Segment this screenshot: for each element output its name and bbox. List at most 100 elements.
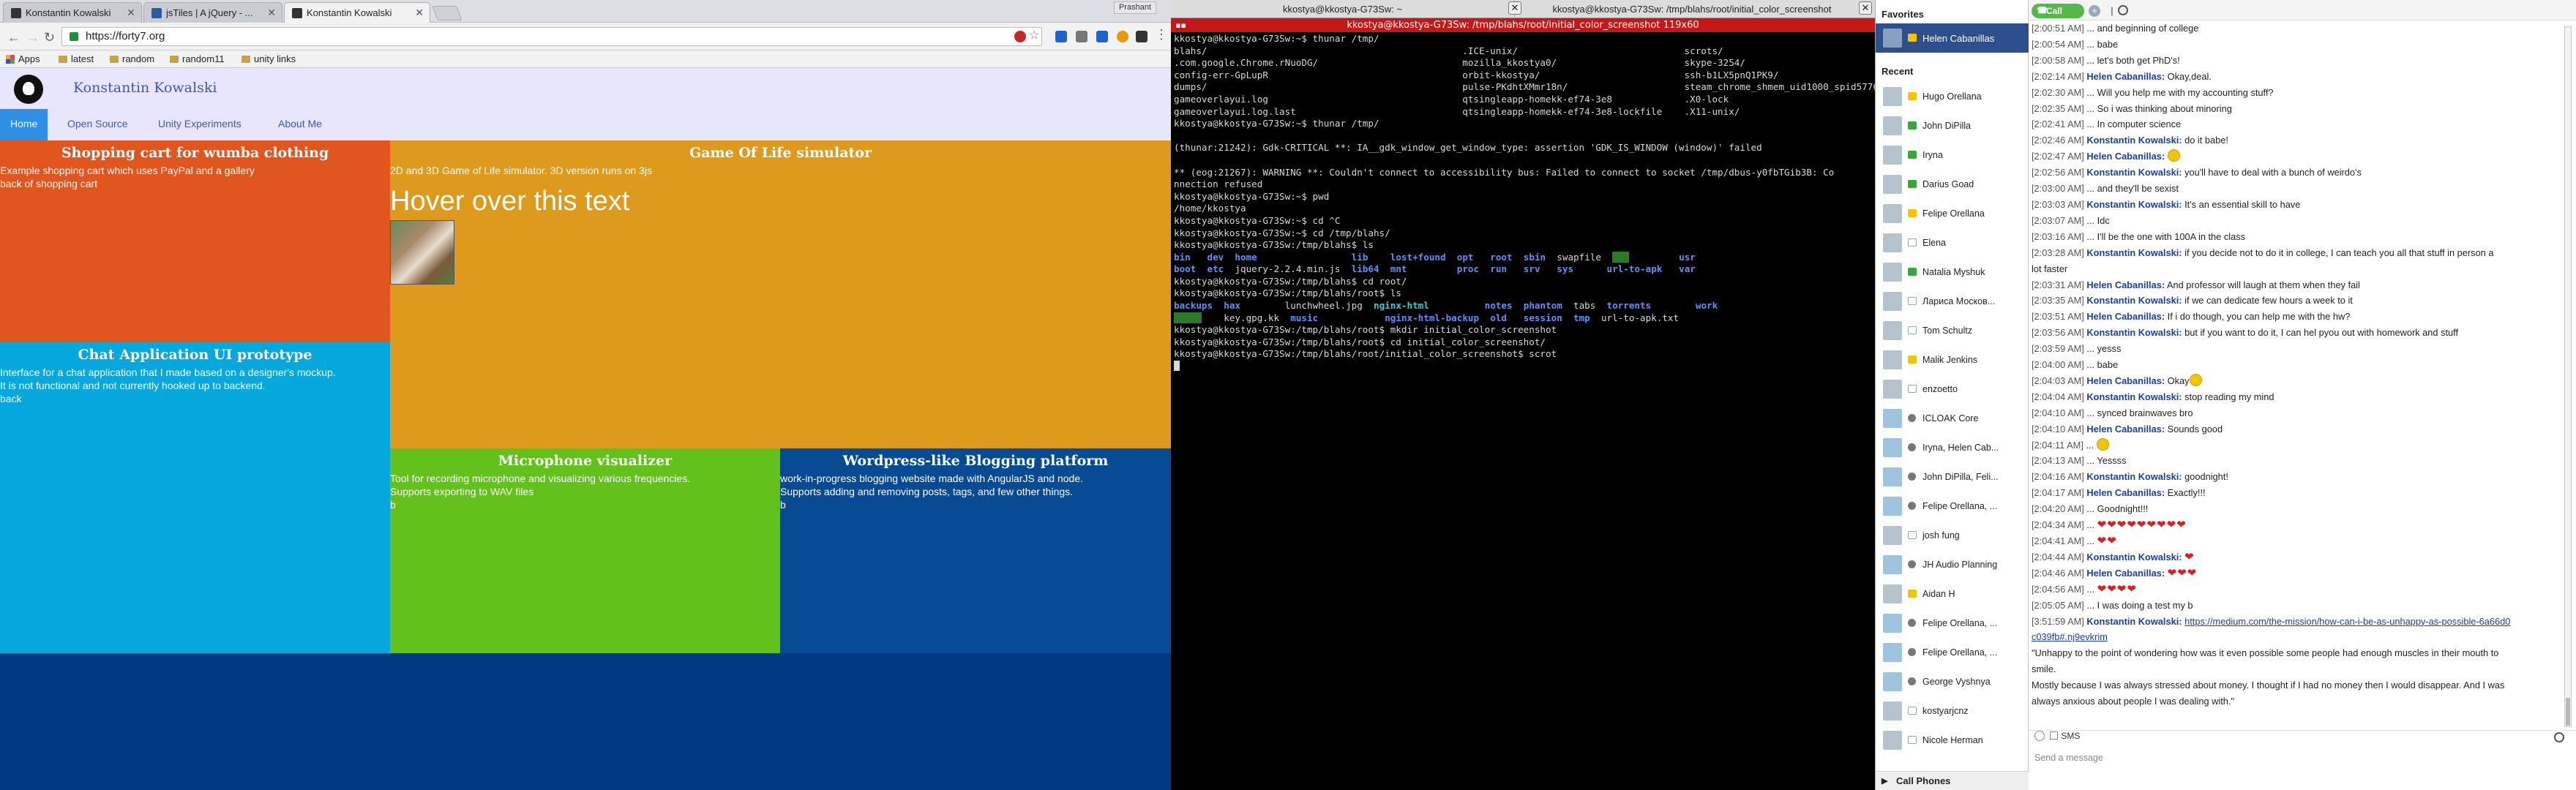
terminal-output[interactable]: kkostya@kkostya-G73Sw:~$ thunar /tmp/bla… bbox=[1174, 33, 1879, 373]
terminal-window[interactable]: kkostya@kkostya-G73Sw: ~ ✕ kkostya@kkost… bbox=[1171, 0, 1879, 790]
call-button[interactable]: Call bbox=[2032, 4, 2084, 18]
favorite-contact[interactable]: Helen Cabanillas bbox=[1876, 23, 2029, 53]
contact-row[interactable]: ICLOAK Core bbox=[1876, 404, 2029, 433]
contact-row[interactable]: Felipe Orellana bbox=[1876, 199, 2029, 228]
compose-area[interactable]: SMS Send a message bbox=[2029, 730, 2576, 790]
bookmark-apps[interactable]: Apps bbox=[6, 53, 40, 64]
contact-row[interactable]: Aidan H bbox=[1876, 579, 2029, 609]
forward-arrow-icon[interactable]: → bbox=[26, 30, 40, 45]
contact-row[interactable]: Felipe Orellana, ... bbox=[1876, 492, 2029, 521]
contact-row[interactable]: Лариса Москов... bbox=[1876, 287, 2029, 316]
sms-toggle[interactable]: SMS bbox=[2034, 731, 2080, 741]
message-link[interactable]: https://medium.com/the-mission/how-can-i… bbox=[2184, 616, 2510, 627]
message-author: Helen Cabanillas: bbox=[2086, 151, 2165, 162]
contact-row[interactable]: Felipe Orellana, ... bbox=[1876, 609, 2029, 638]
terminal-line: kkostya@kkostya-G73Sw:~$ thunar /tmp/ bbox=[1174, 33, 1379, 44]
tile-back-link[interactable]: b bbox=[780, 498, 1171, 511]
contact-row[interactable]: John DiPilla bbox=[1876, 111, 2029, 140]
contact-row[interactable]: Malik Jenkins bbox=[1876, 345, 2029, 375]
call-phones-section[interactable]: ▶ Call Phones bbox=[1876, 771, 2029, 790]
nav-unity-experiments[interactable]: Unity Experiments bbox=[148, 109, 252, 140]
new-tab-button[interactable] bbox=[432, 6, 463, 20]
tile-back-link[interactable]: back of shopping cart bbox=[0, 177, 390, 190]
message-text: And professor will laugh at them when th… bbox=[2166, 279, 2360, 290]
bookmark-random[interactable]: random bbox=[110, 53, 154, 64]
github-logo-icon[interactable] bbox=[14, 75, 43, 104]
chat-scrollbar[interactable] bbox=[2564, 26, 2572, 727]
contact-row[interactable]: Elena bbox=[1876, 228, 2029, 257]
terminal-line: gameoverlayui.log qtsingleapp-homekk-ef7… bbox=[1174, 93, 1729, 105]
nav-open-source[interactable]: Open Source bbox=[57, 109, 138, 140]
history-icon[interactable] bbox=[2118, 5, 2128, 15]
tile-chat-ui[interactable]: Chat Application UI prototype Interface … bbox=[0, 342, 390, 653]
nav-home[interactable]: Home bbox=[0, 109, 48, 140]
url-input[interactable]: https://forty7.org bbox=[61, 27, 1042, 46]
back-arrow-icon[interactable]: ← bbox=[7, 30, 20, 45]
bookmark-star-icon[interactable]: ☆ bbox=[1029, 28, 1041, 42]
hover-text[interactable]: Hover over this text bbox=[390, 186, 1171, 217]
chat-message-log[interactable]: [2:00:51 AM] ... and beginning of colleg… bbox=[2032, 20, 2560, 731]
bookmark-latest[interactable]: latest bbox=[59, 53, 94, 64]
contact-row[interactable]: JH Audio Planning bbox=[1876, 550, 2029, 579]
terminal-tab-home[interactable]: kkostya@kkostya-G73Sw: ~ bbox=[1171, 0, 1515, 18]
message-text: ... bbox=[2086, 535, 2097, 546]
contact-row[interactable]: Hugo Orellana bbox=[1876, 82, 2029, 111]
menu-icon[interactable]: ⋮ bbox=[1155, 27, 1168, 42]
profile-chip[interactable]: Prashant bbox=[1113, 1, 1156, 14]
bookmark-unity-links[interactable]: unity links bbox=[242, 53, 296, 64]
chat-message: [2:03:35 AM] Konstantin Kowalski: if we … bbox=[2032, 293, 2560, 309]
contact-row[interactable]: George Vyshnya bbox=[1876, 667, 2029, 696]
tile-description: Tool for recording microphone and visual… bbox=[390, 473, 691, 484]
extension-icon[interactable] bbox=[1055, 31, 1067, 42]
tab-jstiles[interactable]: jsTiles | A jQuery - ... ✕ bbox=[143, 2, 282, 23]
contact-row[interactable]: enzoetto bbox=[1876, 375, 2029, 404]
close-tab-icon[interactable]: ✕ bbox=[1508, 1, 1521, 15]
contact-row[interactable]: Felipe Orellana, ... bbox=[1876, 638, 2029, 667]
extension-icon[interactable] bbox=[1136, 31, 1147, 42]
close-tab-icon[interactable]: ✕ bbox=[415, 7, 424, 19]
bookmark-random11[interactable]: random11 bbox=[170, 53, 225, 64]
emoji-icon[interactable] bbox=[2034, 731, 2045, 741]
tile-shopping-cart[interactable]: Shopping cart for wumba clothing Example… bbox=[0, 140, 390, 342]
tile-blogging-platform[interactable]: Wordpress-like Blogging platform work-in… bbox=[780, 448, 1171, 653]
tab-konstantin-1[interactable]: Konstantin Kowalski ✕ bbox=[3, 2, 142, 23]
contact-row[interactable]: josh fung bbox=[1876, 521, 2029, 550]
extension-icon[interactable] bbox=[1117, 31, 1128, 42]
tile-back-link[interactable]: back bbox=[0, 392, 390, 405]
terminal-menu-icon[interactable]: ▪▪ bbox=[1175, 20, 1186, 30]
contact-row[interactable]: Tom Schultz bbox=[1876, 316, 2029, 345]
message-author: Helen Cabanillas: bbox=[2086, 567, 2165, 579]
scrollbar-thumb[interactable] bbox=[2566, 698, 2570, 726]
contact-name: John DiPilla, Feli... bbox=[1922, 472, 1999, 482]
close-tab-icon[interactable]: ✕ bbox=[267, 7, 276, 19]
site-title[interactable]: Konstantin Kowalski bbox=[73, 80, 217, 96]
search-icon[interactable] bbox=[2554, 732, 2564, 742]
contact-name: Iryna bbox=[1922, 150, 1943, 160]
contact-row[interactable]: Nicole Herman bbox=[1876, 726, 2029, 755]
extension-icon[interactable] bbox=[1096, 31, 1108, 42]
contact-row[interactable]: kostyarjcnz bbox=[1876, 696, 2029, 726]
nav-about-me[interactable]: About Me bbox=[268, 109, 332, 140]
contact-row[interactable]: Iryna, Helen Cab... bbox=[1876, 433, 2029, 462]
terminal-tab-screenshot[interactable]: kkostya@kkostya-G73Sw: /tmp/blahs/root/i… bbox=[1525, 0, 1859, 18]
close-window-icon[interactable]: ✕ bbox=[1859, 1, 1872, 15]
tile-game-of-life[interactable]: Game Of Life simulator 2D and 3D Game of… bbox=[390, 140, 1171, 448]
contact-row[interactable]: John DiPilla, Feli... bbox=[1876, 462, 2029, 492]
chat-message: [2:04:46 AM] Helen Cabanillas: ❤❤❤ bbox=[2032, 565, 2560, 582]
message-input[interactable]: Send a message bbox=[2034, 753, 2103, 763]
contact-row[interactable]: Iryna bbox=[1876, 140, 2029, 170]
add-people-icon[interactable]: + bbox=[2089, 5, 2100, 17]
tab-konstantin-2[interactable]: Konstantin Kowalski ✕ bbox=[284, 2, 430, 23]
extension-icon[interactable] bbox=[1014, 31, 1026, 42]
contact-row[interactable]: Natalia Myshuk bbox=[1876, 257, 2029, 287]
message-link[interactable]: c039fb#.nj9evkrim bbox=[2032, 631, 2108, 642]
contact-row[interactable]: Darius Goad bbox=[1876, 170, 2029, 199]
message-timestamp: [2:05:05 AM] bbox=[2032, 599, 2084, 611]
sms-checkbox[interactable] bbox=[2050, 731, 2059, 740]
tile-back-link[interactable]: b bbox=[390, 498, 780, 511]
extension-icon[interactable] bbox=[1076, 31, 1087, 42]
avatar bbox=[1883, 292, 1902, 311]
tile-microphone-visualizer[interactable]: Microphone visualizer Tool for recording… bbox=[390, 448, 780, 653]
close-tab-icon[interactable]: ✕ bbox=[127, 7, 135, 19]
reload-icon[interactable]: ↻ bbox=[44, 30, 55, 45]
